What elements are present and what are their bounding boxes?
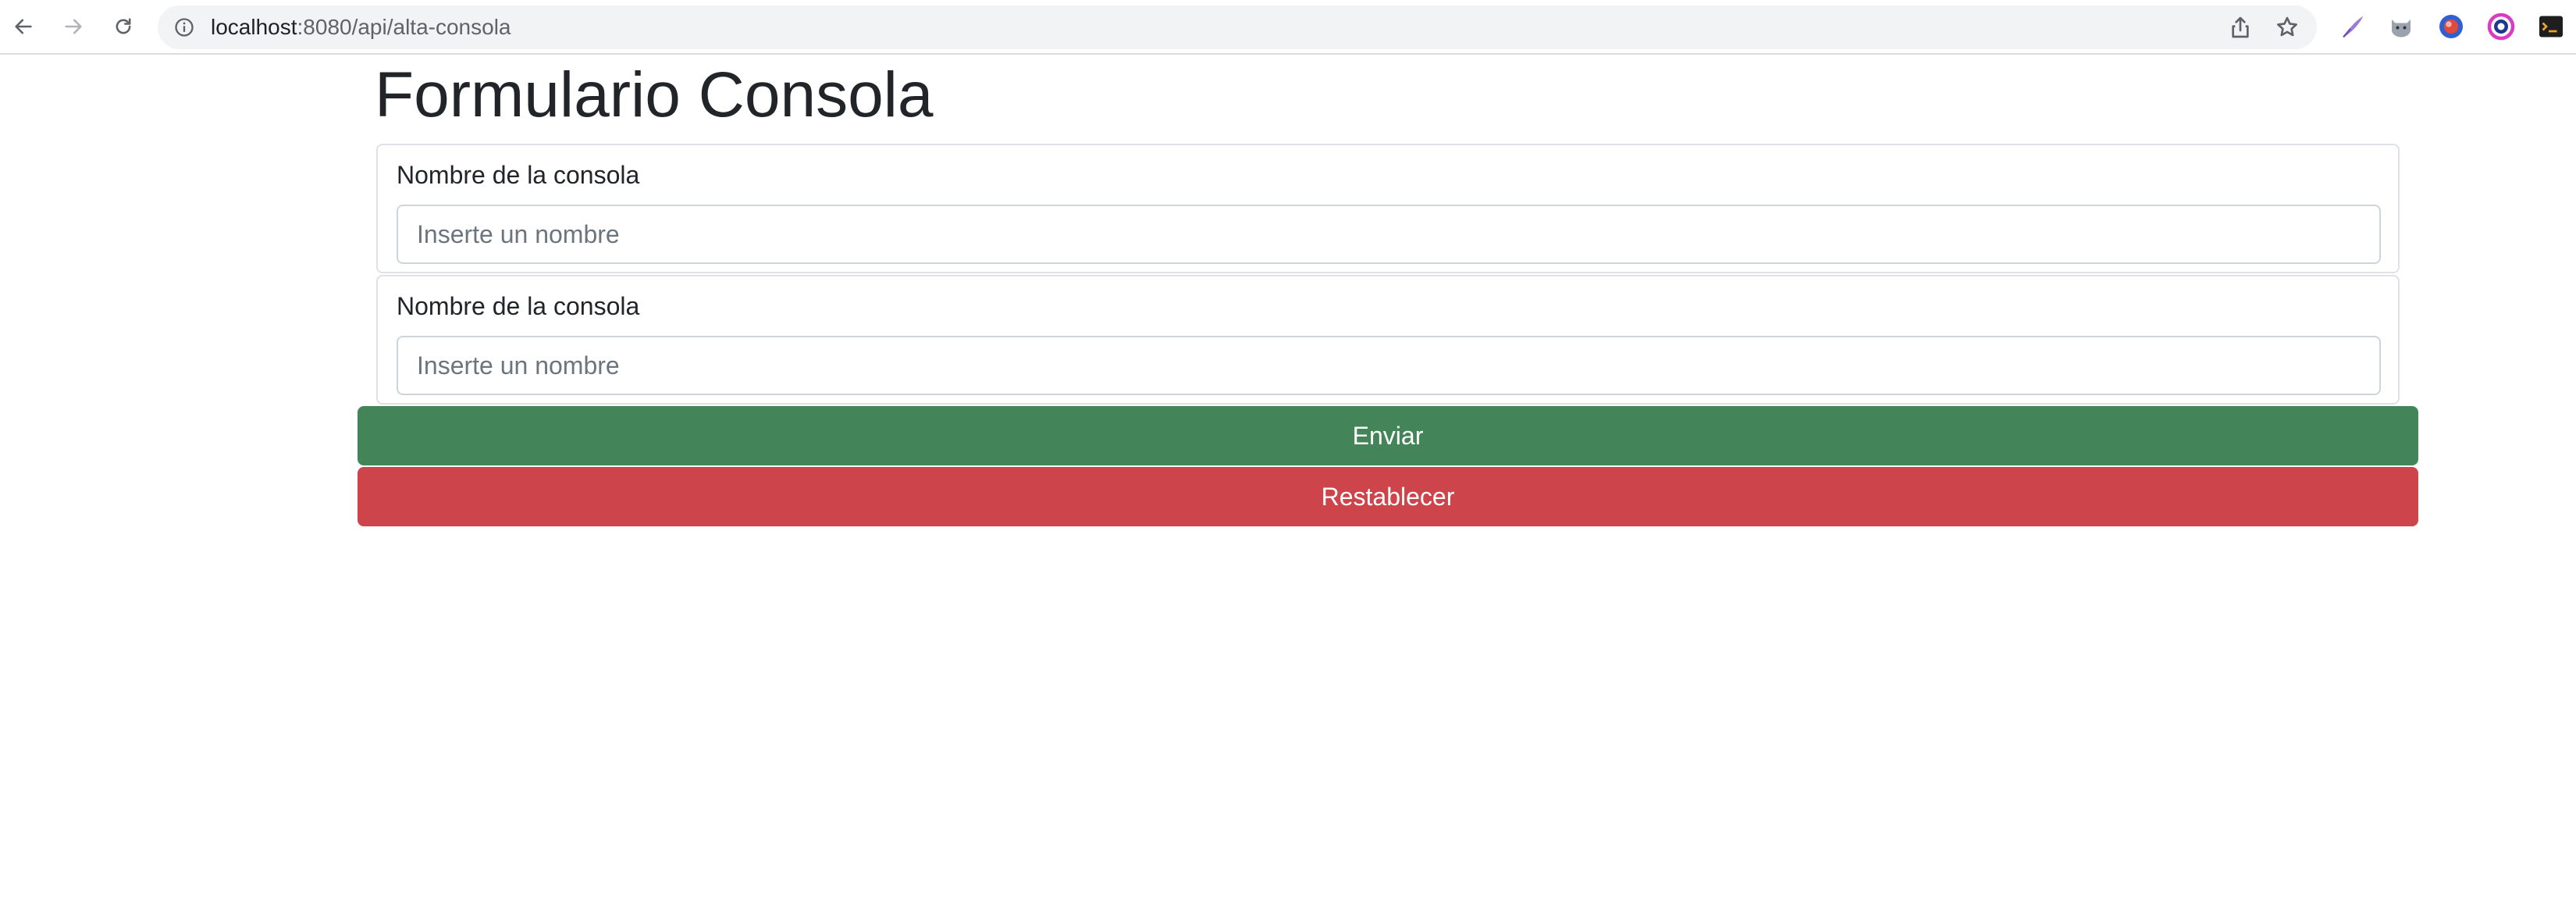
console-name-field-card-2: Nombre de la consola [376,275,2400,405]
extension-quill[interactable] [2339,12,2367,41]
page-title: Formulario Consola [375,59,934,130]
extension-blue-orb[interactable] [2437,12,2465,41]
extension-color-ring[interactable] [2487,12,2515,41]
blue-orb-extension-icon [2439,15,2463,38]
quill-extension-icon [2343,16,2364,38]
back-button[interactable] [9,9,37,44]
extension-cat[interactable] [2387,12,2415,41]
site-info-icon[interactable] [173,16,195,38]
color-ring-extension-icon [2487,12,2515,41]
url-path: :8080/api/alta-consola [297,15,511,39]
console-name-field-card: Nombre de la consola [376,144,2400,273]
reload-icon [116,18,131,34]
console-name-label: Nombre de la consola [397,161,640,189]
url-text[interactable]: localhost:8080/api/alta-consola [211,16,511,39]
console-name-input[interactable] [397,205,2381,264]
forward-button[interactable] [59,9,87,44]
url-host: localhost [211,15,297,39]
bookmark-star-icon[interactable] [2275,15,2300,40]
share-icon[interactable] [2228,15,2253,40]
cat-extension-icon [2392,20,2411,37]
terminal-extension-icon [2539,16,2563,37]
submit-button[interactable]: Enviar [358,406,2418,465]
browser-toolbar: localhost:8080/api/alta-consola [0,0,2576,55]
back-arrow-icon [15,19,32,34]
console-name-input-2[interactable] [397,336,2381,395]
reload-button[interactable] [109,9,137,44]
extension-terminal[interactable] [2537,12,2565,41]
forward-arrow-icon [65,19,82,34]
address-bar[interactable]: localhost:8080/api/alta-consola [158,5,2317,49]
reset-button[interactable]: Restablecer [358,467,2418,526]
console-name-label-2: Nombre de la consola [397,292,640,320]
